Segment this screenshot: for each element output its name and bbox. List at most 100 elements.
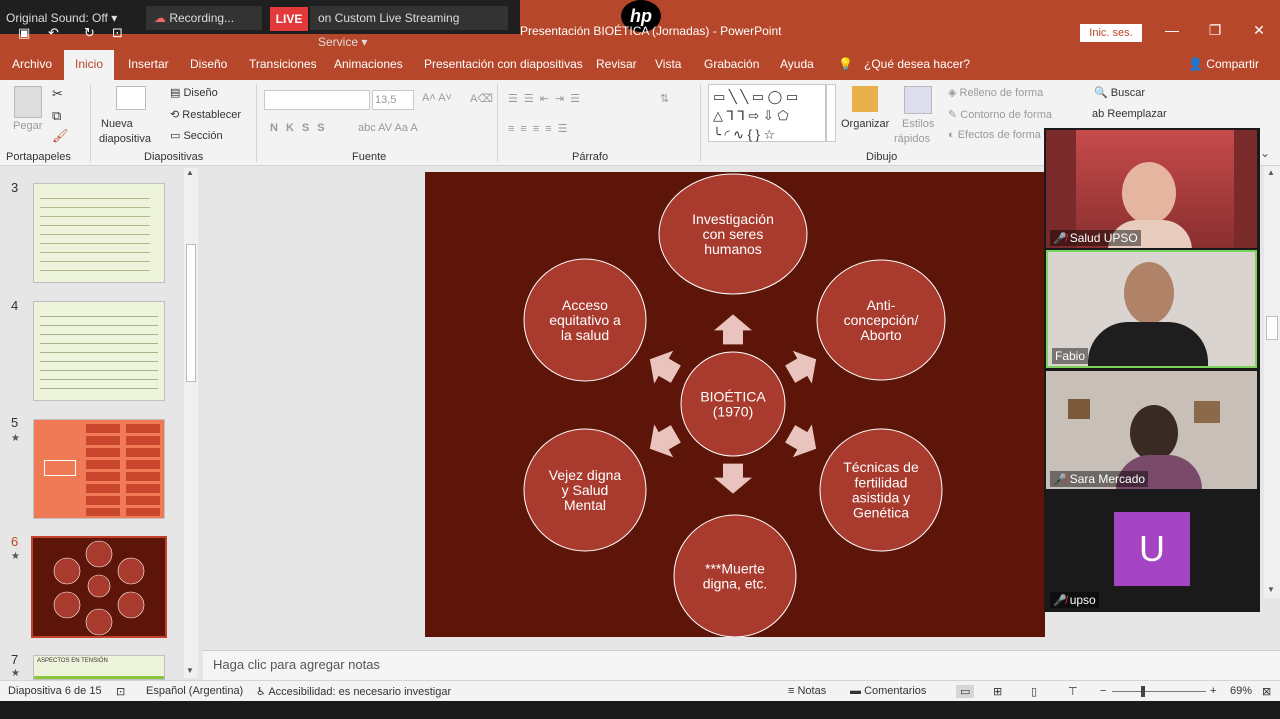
slide-thumbnail-6[interactable] bbox=[31, 536, 167, 638]
copy-icon[interactable]: ⧉ bbox=[52, 108, 61, 124]
tab-archivo[interactable]: Archivo bbox=[12, 57, 52, 71]
fit-slide-icon[interactable]: ⊠ bbox=[1262, 685, 1271, 698]
scroll-down-icon[interactable]: ▼ bbox=[1267, 585, 1275, 594]
streaming-service-menu[interactable]: on Custom Live Streaming Service ▾ bbox=[310, 6, 508, 49]
sign-in-button[interactable]: Inic. ses. bbox=[1080, 24, 1142, 42]
tab-grabacion[interactable]: Grabación bbox=[704, 57, 759, 71]
tab-revisar[interactable]: Revisar bbox=[596, 57, 637, 71]
close-icon[interactable]: ✕ bbox=[1249, 22, 1269, 39]
reset-label: Restablecer bbox=[182, 109, 241, 121]
accessibility-icon: ♿ bbox=[256, 686, 266, 698]
slide-scroll-thumb[interactable] bbox=[1266, 316, 1278, 340]
undo-icon[interactable]: ↶ bbox=[48, 25, 59, 41]
reading-view-icon[interactable]: ▯ bbox=[1031, 685, 1037, 698]
organize-button[interactable]: Organizar bbox=[841, 118, 889, 130]
find-button[interactable]: 🔍 Buscar bbox=[1094, 86, 1145, 99]
spellcheck-icon[interactable]: ⊡ bbox=[116, 685, 125, 698]
list-buttons[interactable]: ☰☰⇤⇥☰ bbox=[508, 92, 586, 105]
shapes-gallery-scroll[interactable] bbox=[826, 84, 836, 142]
shapes-gallery[interactable]: ▭ ╲ ╲ ▭ ◯ ▭ △ ⅂ ⅂ ⇨ ⇩ ⬠ ╰ ◜ ∿ { } ☆ bbox=[708, 84, 826, 142]
save-icon[interactable]: ▣ bbox=[18, 25, 30, 41]
slide-scrollbar[interactable] bbox=[1264, 166, 1280, 598]
new-slide-icon[interactable] bbox=[116, 86, 146, 110]
slide-thumbnail-5[interactable] bbox=[33, 419, 165, 519]
tab-inicio[interactable]: Inicio bbox=[64, 50, 114, 80]
zoom-out-icon[interactable]: − bbox=[1100, 685, 1106, 697]
tell-me-search[interactable]: ¿Qué desea hacer? bbox=[864, 57, 970, 71]
new-slide-button[interactable]: Nueva bbox=[101, 118, 133, 130]
font-family-select[interactable] bbox=[264, 90, 370, 110]
font-style-buttons[interactable]: NKSS bbox=[270, 122, 333, 134]
arrow-shape bbox=[714, 314, 752, 345]
slide-sorter-icon[interactable]: ⊞ bbox=[993, 685, 1002, 698]
normal-view-icon[interactable]: ▭ bbox=[956, 685, 975, 698]
scroll-up-icon[interactable]: ▲ bbox=[186, 168, 194, 177]
participant-tile-active[interactable]: Fabio bbox=[1046, 250, 1257, 368]
tab-transiciones[interactable]: Transiciones bbox=[249, 57, 317, 71]
thumbnails-scroll-thumb[interactable] bbox=[186, 244, 196, 382]
participant-tile[interactable]: 🎤̸ Sara Mercado bbox=[1046, 371, 1257, 489]
align-buttons[interactable]: ≡≡≡≡☰ bbox=[508, 122, 574, 135]
live-badge: LIVE bbox=[270, 7, 308, 31]
share-button[interactable]: 👤 Compartir bbox=[1188, 57, 1259, 71]
shape-outline-button[interactable]: ✎ Contorno de forma bbox=[948, 108, 1052, 121]
tab-ayuda[interactable]: Ayuda bbox=[780, 57, 814, 71]
scroll-down-icon[interactable]: ▼ bbox=[186, 666, 194, 675]
font-grow-icon[interactable]: A˄ A˅ bbox=[422, 92, 452, 104]
slide-thumbnail-7[interactable]: ASPECTOS EN TENSIÓN bbox=[33, 655, 165, 680]
paste-icon[interactable] bbox=[14, 86, 42, 118]
tab-diseno[interactable]: Diseño bbox=[190, 57, 227, 71]
zoom-level[interactable]: 69% bbox=[1230, 685, 1252, 697]
present-icon[interactable]: ⊡ bbox=[112, 25, 123, 41]
shape-fill-button[interactable]: ◈ Relleno de forma bbox=[948, 86, 1043, 99]
tab-presentacion[interactable]: Presentación con diapositivas bbox=[424, 57, 583, 71]
accessibility-button[interactable]: ♿ Accesibilidad: es necesario investigar bbox=[256, 685, 451, 698]
participant-tile[interactable]: 🎤̸ Salud UPSO bbox=[1046, 130, 1257, 248]
section-button[interactable]: ▭ Sección bbox=[170, 129, 223, 142]
quick-styles-icon[interactable] bbox=[904, 86, 932, 114]
chevron-down-icon[interactable]: ⌄ bbox=[1260, 146, 1270, 160]
zoom-in-icon[interactable]: + bbox=[1210, 685, 1216, 697]
redo-icon[interactable]: ↻ bbox=[84, 25, 95, 41]
tab-insertar[interactable]: Insertar bbox=[128, 57, 169, 71]
divider bbox=[497, 84, 498, 162]
cloud-record-icon: ☁ bbox=[154, 11, 166, 25]
tab-vista[interactable]: Vista bbox=[655, 57, 681, 71]
group-label-drawing: Dibujo bbox=[866, 151, 898, 163]
slide-canvas[interactable]: BIOÉTICA (1970) Investigación con seres huma… bbox=[425, 172, 1045, 638]
quick-styles-button[interactable]: Estilos bbox=[902, 118, 934, 130]
format-painter-icon[interactable]: 🖌 bbox=[52, 128, 69, 144]
clear-format-icon[interactable]: A⌫ bbox=[470, 92, 493, 105]
arrange-icon[interactable] bbox=[852, 86, 878, 112]
slideshow-icon[interactable]: ⊤ bbox=[1068, 685, 1078, 698]
replace-button[interactable]: ab Reemplazar bbox=[1092, 108, 1167, 120]
minimize-icon[interactable]: — bbox=[1162, 22, 1182, 38]
font-size-select[interactable]: 13,5 bbox=[372, 90, 414, 110]
scroll-up-icon[interactable]: ▲ bbox=[1267, 168, 1275, 177]
animation-star-icon: ★ bbox=[11, 668, 20, 679]
participant-name-label: upso bbox=[1069, 593, 1096, 607]
paste-button[interactable]: Pegar bbox=[13, 120, 42, 132]
find-label: Buscar bbox=[1110, 87, 1146, 99]
mic-muted-icon: 🎤̸ bbox=[1053, 233, 1067, 245]
notes-pane[interactable]: Haga clic para agregar notas bbox=[203, 650, 1280, 680]
restore-icon[interactable]: ❐ bbox=[1205, 22, 1225, 39]
slide-thumbnail-4[interactable] bbox=[33, 301, 165, 401]
bioethics-diagram: BIOÉTICA (1970)Investigación con seres huma… bbox=[523, 173, 946, 638]
cut-icon[interactable]: ✂ bbox=[52, 86, 63, 102]
font-more-icons[interactable]: abc AV Aa A bbox=[358, 122, 418, 134]
text-direction-icon[interactable]: ⇅ bbox=[660, 92, 669, 105]
participant-body bbox=[1088, 322, 1208, 366]
layout-button[interactable]: ▤ Diseño bbox=[170, 86, 218, 99]
slide-thumbnail-3[interactable] bbox=[33, 183, 165, 283]
zoom-slider[interactable] bbox=[1112, 691, 1206, 692]
comments-button[interactable]: ▬ Comentarios bbox=[850, 685, 926, 697]
recording-indicator[interactable]: ☁ Recording... bbox=[146, 6, 262, 30]
shape-effects-button[interactable]: ◐ Efectos de forma bbox=[948, 129, 1041, 141]
participant-tile[interactable]: U 🎤̸ upso bbox=[1046, 492, 1257, 610]
notes-button[interactable]: ≡ Notas bbox=[788, 685, 826, 697]
reset-button[interactable]: ⟲ Restablecer bbox=[170, 108, 241, 121]
zoom-slider-thumb[interactable] bbox=[1141, 686, 1145, 697]
language-indicator[interactable]: Español (Argentina) bbox=[146, 685, 243, 697]
tab-animaciones[interactable]: Animaciones bbox=[334, 57, 403, 71]
